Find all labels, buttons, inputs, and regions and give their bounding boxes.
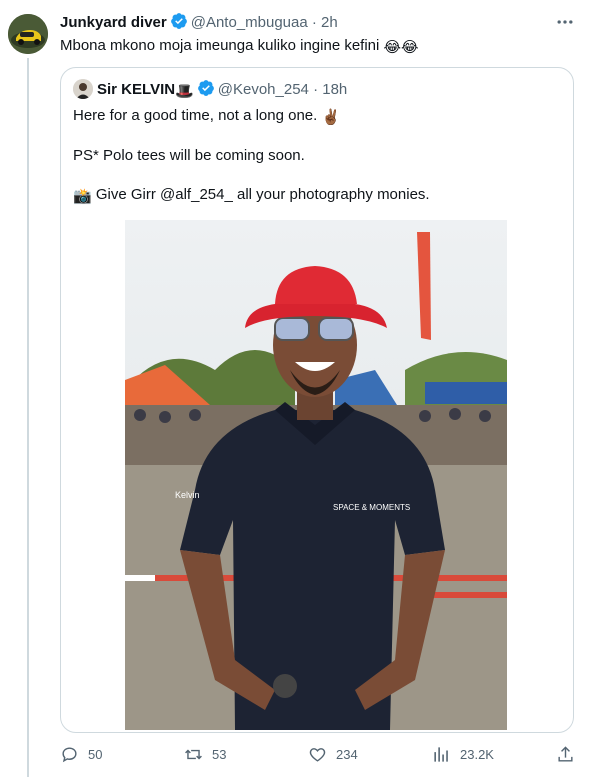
quoted-photo[interactable]: SPACE & MOMENTS Kelvin (125, 220, 507, 730)
thread-line (27, 58, 29, 777)
photo-sleeve-text: Kelvin (175, 490, 200, 500)
quoted-text-line-2: PS* Polo tees will be coming soon. (73, 147, 305, 164)
views-icon (434, 746, 448, 762)
tweet-time[interactable]: · 2h (312, 14, 338, 31)
like-button[interactable]: 234 (308, 742, 358, 766)
quoted-tweet-time[interactable]: · 18h (313, 81, 347, 98)
quoted-author-name[interactable]: Sir KELVIN (97, 81, 175, 98)
quoted-text-3: Give Girr @alf_254_ all your photography… (95, 186, 430, 203)
top-hat-emoji: 🎩 (175, 83, 194, 100)
quoted-tweet[interactable]: Sir KELVIN🎩 @Kevoh_254 · 18h Here for a g… (60, 67, 574, 733)
retweet-count: 53 (212, 746, 227, 762)
tweet-actions: 50 53 234 23.2K (0, 742, 595, 766)
reply-count: 50 (88, 746, 103, 762)
quoted-tweet-header: Sir KELVIN🎩 @Kevoh_254 · 18h (73, 79, 347, 103)
tweet-text-body: Mbona mkono moja imeunga kuliko ingine k… (60, 37, 380, 54)
views-button[interactable]: 23.2K (432, 742, 494, 766)
reply-button[interactable]: 50 (60, 742, 102, 766)
reply-icon (62, 746, 77, 762)
author-name[interactable]: Junkyard diver (60, 14, 167, 31)
verified-badge-icon (197, 79, 215, 103)
camera-emoji: 📸 (73, 188, 92, 205)
quoted-text-1: Here for a good time, not a long one. (73, 107, 318, 124)
victory-hand-emoji: ✌🏾 (321, 109, 341, 126)
tweet-text: Mbona mkono moja imeunga kuliko ingine k… (60, 36, 419, 58)
quoted-author-avatar[interactable] (73, 79, 93, 99)
tweet-header: Junkyard diver @Anto_mbuguaa · 2h (60, 12, 338, 36)
quoted-author-handle[interactable]: @Kevoh_254 (218, 81, 309, 98)
tweet-text-emoji: 😂😂 (383, 39, 419, 56)
more-icon[interactable] (555, 12, 575, 32)
views-count: 23.2K (460, 746, 494, 762)
like-count: 234 (336, 746, 358, 762)
verified-badge-icon (170, 12, 188, 36)
retweet-icon (185, 749, 202, 759)
author-handle[interactable]: @Anto_mbuguaa (191, 14, 308, 31)
photo-shirt-text: SPACE & MOMENTS (333, 503, 410, 512)
author-avatar[interactable] (8, 14, 48, 54)
share-button[interactable] (556, 742, 584, 766)
retweet-button[interactable]: 53 (184, 742, 226, 766)
quoted-text-line-1: Here for a good time, not a long one. ✌🏾 (73, 106, 340, 128)
quoted-text-line-3: 📸 Give Girr @alf_254_ all your photograp… (73, 185, 430, 207)
share-icon (558, 745, 573, 762)
heart-icon (309, 747, 326, 762)
